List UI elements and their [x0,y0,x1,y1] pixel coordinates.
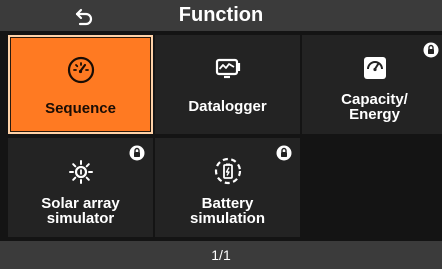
page-indicator: 1/1 [211,247,231,263]
tile-capacity-energy[interactable]: Capacity/ Energy [302,35,442,134]
tile-label: Capacity/ [341,91,408,108]
battery-charge-icon [214,157,241,185]
tile-label-line2: simulation [189,210,265,227]
tile-label: Solar array [41,195,120,212]
lock-icon [129,145,145,161]
tile-datalogger[interactable]: Datalogger [155,35,300,134]
lock-icon [423,42,439,58]
tile-battery-simulation[interactable]: Battery simulation [155,138,300,237]
gauge-meter-icon [363,57,386,79]
tile-label-line2: Energy [349,106,400,123]
page-title: Function [178,4,264,26]
sun-icon [68,160,93,184]
tile-label: Sequence [45,100,116,117]
tile-label: Datalogger [188,98,267,115]
header-bar: Function [0,0,442,31]
tile-sequence[interactable]: Sequence [8,35,153,134]
tile-label: Battery [201,195,254,212]
tile-label-line2: simulator [46,210,115,227]
monitor-graph-icon [215,58,240,79]
lock-icon [276,145,292,161]
speedometer-icon [67,56,94,84]
tile-solar-array-simulator[interactable]: Solar array simulator [8,138,153,237]
